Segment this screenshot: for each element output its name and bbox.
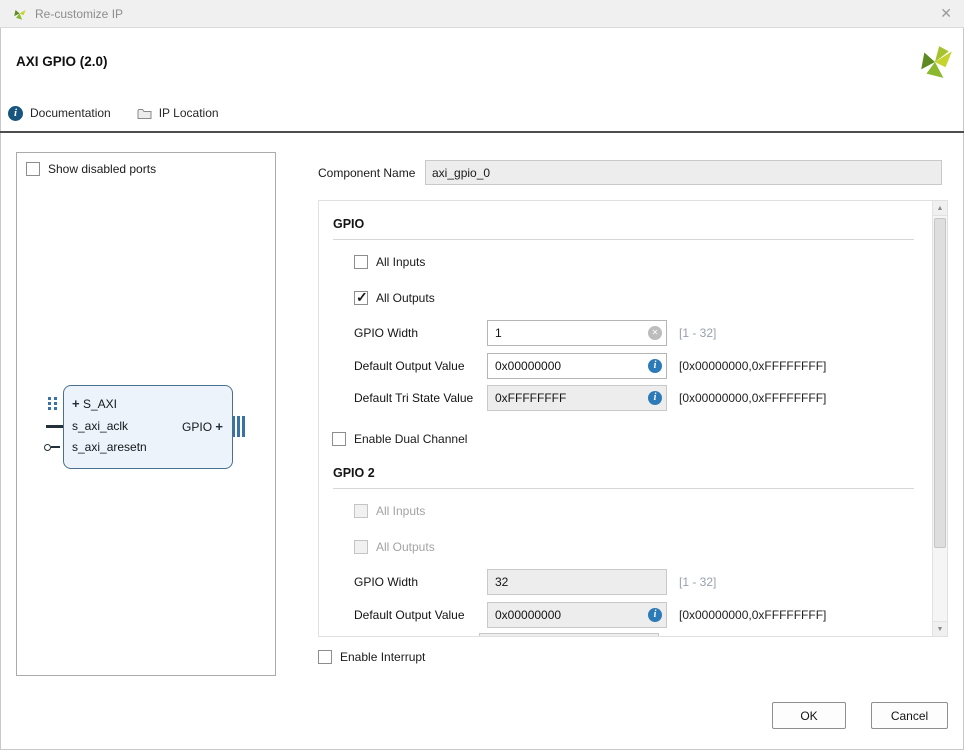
scroll-up-icon[interactable]: ▲: [933, 201, 947, 216]
folder-icon: [137, 108, 152, 119]
gpio2-width-input: [487, 569, 667, 595]
gpio-section-rule: [333, 239, 914, 240]
titlebar: Re-customize IP ✕: [0, 0, 964, 28]
gpio-width-label: GPIO Width: [354, 326, 419, 340]
gpio2-all-inputs-checkbox: [354, 504, 368, 518]
gpio2-all-outputs-checkbox: [354, 540, 368, 554]
enable-dual-channel-row: Enable Dual Channel: [332, 426, 467, 452]
documentation-button[interactable]: i Documentation: [8, 105, 111, 121]
component-name-label: Component Name: [318, 166, 416, 180]
default-tri-state-range: [0x00000000,0xFFFFFFFF]: [679, 391, 827, 405]
window-title: Re-customize IP: [35, 6, 124, 21]
show-disabled-ports-checkbox[interactable]: [26, 162, 40, 176]
documentation-label: Documentation: [30, 106, 111, 120]
gpio2-default-output-range: [0x00000000,0xFFFFFFFF]: [679, 608, 827, 622]
gpio2-default-output-label: Default Output Value: [354, 608, 465, 622]
gpio-width-range: [1 - 32]: [679, 326, 717, 340]
clear-icon[interactable]: ✕: [648, 326, 662, 340]
clk-pin-icon: [46, 425, 63, 428]
port-s-axi-aclk: s_axi_aclk: [72, 419, 129, 433]
recustomize-ip-dialog: { "window": { "title": "Re-customize IP"…: [0, 0, 964, 750]
gpio-width-input[interactable]: [487, 320, 667, 346]
enable-interrupt-checkbox[interactable]: [318, 650, 332, 664]
default-tri-state-input: [487, 385, 667, 411]
all-outputs-checkbox[interactable]: [354, 289, 368, 306]
gpio-section-title: GPIO: [333, 217, 365, 231]
toolbar: i Documentation IP Location: [8, 103, 219, 123]
gpio2-all-inputs-label: All Inputs: [376, 504, 426, 518]
enable-interrupt-row: Enable Interrupt: [318, 650, 425, 664]
scrollbar-thumb[interactable]: [934, 218, 946, 548]
info-icon[interactable]: i: [648, 391, 662, 405]
default-output-row: Default Output Value i [0x00000000,0xFFF…: [354, 353, 826, 379]
port-gpio[interactable]: GPIO +: [182, 419, 223, 434]
page-title: AXI GPIO (2.0): [16, 54, 108, 69]
all-inputs-row: All Inputs: [354, 249, 425, 275]
documentation-info-icon: i: [8, 105, 23, 121]
gpio2-section-rule: [333, 488, 914, 489]
port-s-axi-aresetn: s_axi_aresetn: [72, 440, 147, 454]
ok-button[interactable]: OK: [772, 702, 846, 729]
ip-location-label: IP Location: [158, 106, 219, 120]
default-output-label: Default Output Value: [354, 359, 465, 373]
gpio2-all-outputs-label: All Outputs: [376, 540, 435, 554]
gpio2-width-range: [1 - 32]: [679, 575, 717, 589]
default-tri-state-row: Default Tri State Value i [0x00000000,0x…: [354, 385, 826, 411]
port-s-axi[interactable]: + S_AXI: [72, 396, 117, 411]
resetn-pin-icon: [44, 444, 60, 451]
default-tri-state-label: Default Tri State Value: [354, 391, 474, 405]
expand-plus-icon[interactable]: +: [215, 419, 223, 434]
ip-location-button[interactable]: IP Location: [137, 106, 219, 120]
default-output-range: [0x00000000,0xFFFFFFFF]: [679, 359, 827, 373]
enable-interrupt-label: Enable Interrupt: [340, 650, 426, 664]
vivado-logo-small-icon: [14, 9, 26, 20]
component-name-input[interactable]: [425, 160, 942, 185]
gpio2-default-output-input: [487, 602, 667, 628]
config-panel: GPIO All Inputs All Outputs GPIO Width ✕…: [318, 200, 948, 637]
gpio2-section-title: GPIO 2: [333, 466, 375, 480]
enable-dual-channel-checkbox[interactable]: [332, 432, 346, 446]
gpio2-width-row: GPIO Width [1 - 32]: [354, 569, 716, 595]
cancel-button[interactable]: Cancel: [871, 702, 948, 729]
ip-block[interactable]: + S_AXI s_axi_aclk s_axi_aresetn GPIO +: [63, 385, 233, 469]
gpio-interface-pin-icon: [232, 416, 245, 437]
header-divider: [0, 131, 964, 133]
info-icon[interactable]: i: [648, 608, 662, 622]
default-output-input[interactable]: [487, 353, 667, 379]
gpio2-default-output-row: Default Output Value i [0x00000000,0xFFF…: [354, 602, 826, 628]
xilinx-logo: [921, 46, 952, 78]
gpio2-default-tri-state-input-partial[interactable]: [479, 633, 659, 636]
close-icon[interactable]: ✕: [940, 5, 952, 22]
show-disabled-ports-row: Show disabled ports: [26, 162, 156, 176]
gpio2-width-label: GPIO Width: [354, 575, 419, 589]
all-outputs-row: All Outputs: [354, 285, 435, 311]
all-inputs-label: All Inputs: [376, 255, 426, 269]
info-icon[interactable]: i: [648, 359, 662, 373]
gpio2-all-inputs-row: All Inputs: [354, 498, 425, 524]
expand-plus-icon[interactable]: +: [72, 396, 80, 411]
s-axi-interface-pin-icon: [48, 397, 57, 410]
scroll-down-icon[interactable]: ▼: [933, 621, 947, 636]
all-outputs-label: All Outputs: [376, 291, 435, 305]
gpio2-all-outputs-row: All Outputs: [354, 534, 435, 560]
ip-symbol-panel: Show disabled ports + S_AXI s_axi_aclk s…: [16, 152, 276, 676]
all-inputs-checkbox[interactable]: [354, 255, 368, 269]
show-disabled-ports-label: Show disabled ports: [48, 162, 157, 176]
vertical-scrollbar[interactable]: ▲ ▼: [932, 201, 947, 636]
gpio-width-row: GPIO Width ✕ [1 - 32]: [354, 320, 716, 346]
enable-dual-channel-label: Enable Dual Channel: [354, 432, 468, 446]
